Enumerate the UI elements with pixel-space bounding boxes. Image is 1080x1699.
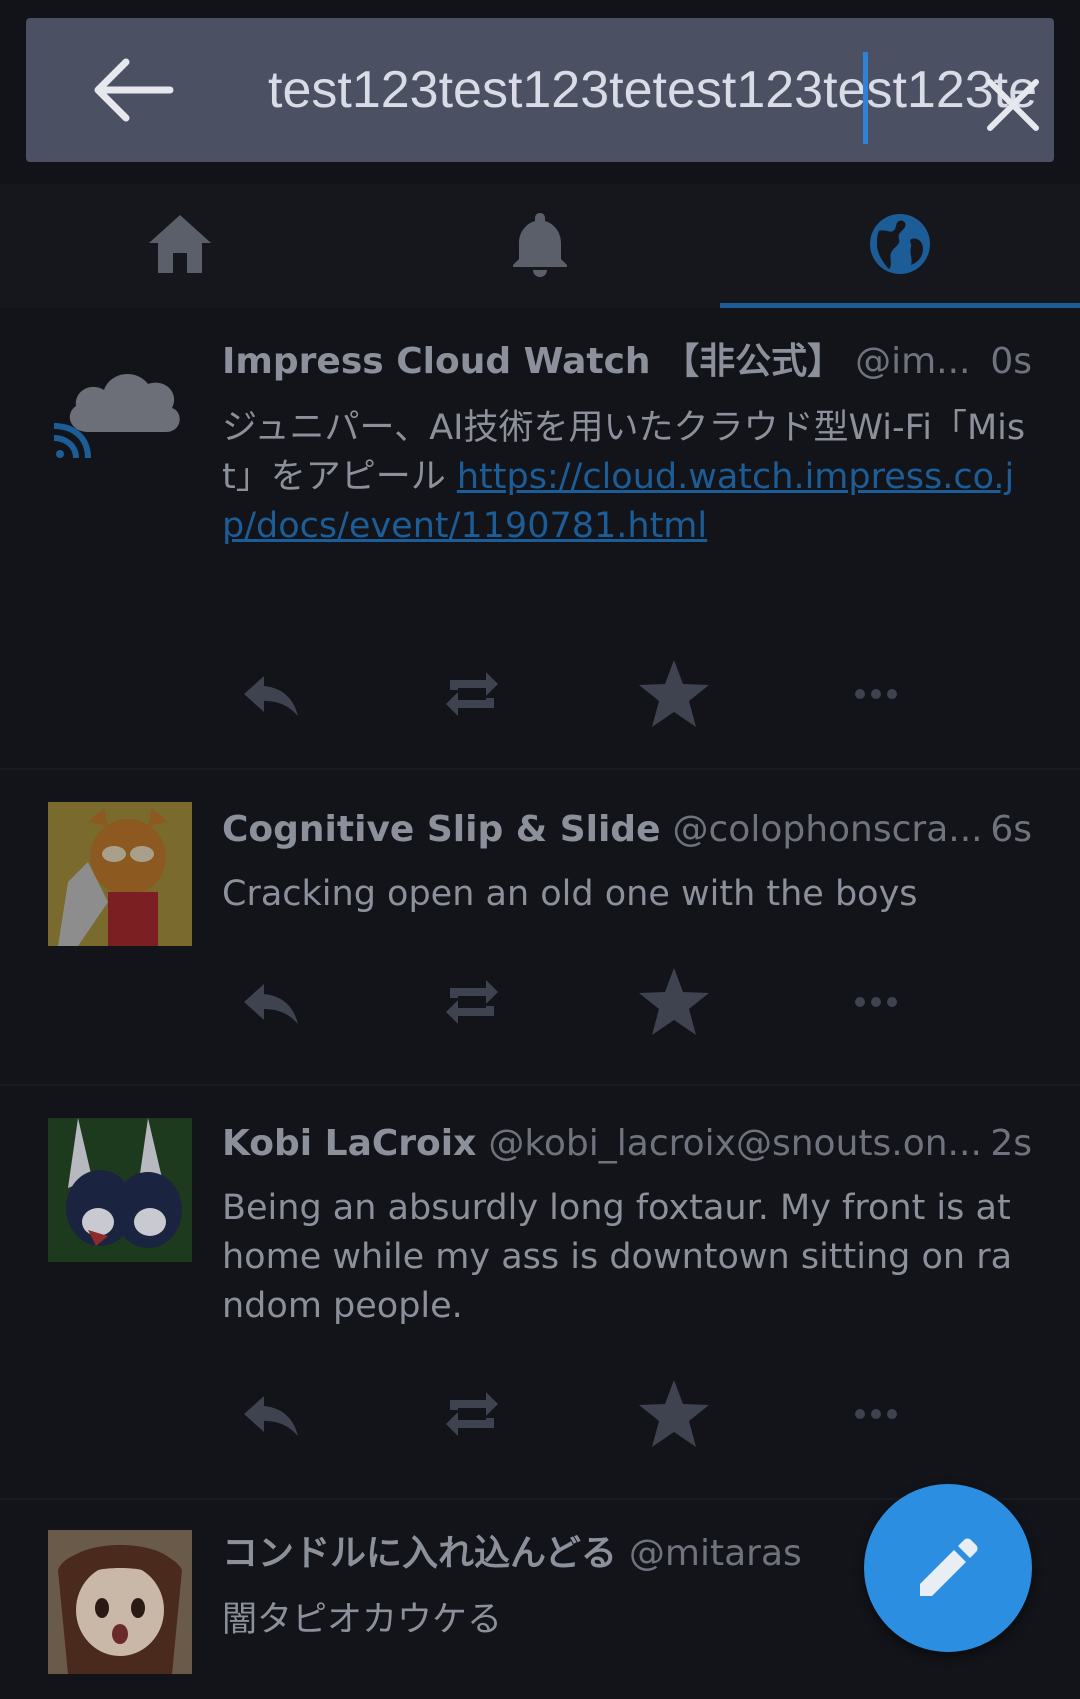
- account-handle[interactable]: @mitaras: [629, 1533, 802, 1574]
- more-icon: [855, 689, 897, 699]
- status-actions: [222, 962, 942, 1042]
- bell-icon: [513, 213, 567, 277]
- boost-icon: [446, 980, 498, 1024]
- tab-federated[interactable]: [720, 184, 1080, 308]
- compose-button[interactable]: [864, 1484, 1032, 1652]
- search-input[interactable]: test123test123tetest123test123te: [268, 18, 1054, 162]
- status-actions: [222, 1374, 942, 1454]
- display-name[interactable]: Cognitive Slip & Slide: [222, 809, 661, 850]
- reply-button[interactable]: [232, 962, 312, 1042]
- tab-home[interactable]: [0, 184, 360, 308]
- back-button[interactable]: [86, 54, 176, 126]
- boost-button[interactable]: [432, 1374, 512, 1454]
- more-button[interactable]: [836, 1374, 916, 1454]
- favourite-button[interactable]: [634, 1374, 714, 1454]
- avatar[interactable]: [48, 1118, 192, 1262]
- arrow-left-icon: [94, 58, 174, 122]
- status-text: 闇タピオカウケる: [222, 1600, 503, 1640]
- boost-button[interactable]: [432, 962, 512, 1042]
- search-bar: test123test123tetest123test123te: [26, 18, 1054, 162]
- reply-icon: [244, 676, 298, 716]
- status-item[interactable]: Kobi LaCroix @kobi_lacroix@snouts.on... 2…: [0, 1086, 1080, 1500]
- status-header: Impress Cloud Watch 【非公式】 @im... 0s: [222, 336, 1032, 388]
- tab-bar: [0, 184, 1080, 308]
- home-icon: [149, 215, 211, 273]
- status-content: Cracking open an old one with the boys: [222, 870, 1032, 919]
- favourite-button[interactable]: [634, 654, 714, 734]
- status-item[interactable]: Cognitive Slip & Slide @colophonscra... 6…: [0, 770, 1080, 1086]
- status-content: Being an absurdly long foxtaur. My front…: [222, 1184, 1032, 1331]
- reply-button[interactable]: [232, 1374, 312, 1454]
- close-icon: [987, 79, 1039, 131]
- cloud-logo-icon: [48, 334, 192, 478]
- tab-notifications[interactable]: [360, 184, 720, 308]
- star-icon: [639, 660, 709, 727]
- account-handle[interactable]: @colophonscra...: [673, 809, 983, 850]
- status-actions: [222, 654, 942, 734]
- boost-icon: [446, 672, 498, 716]
- display-name[interactable]: Kobi LaCroix: [222, 1123, 476, 1164]
- more-button[interactable]: [836, 654, 916, 734]
- more-button[interactable]: [836, 962, 916, 1042]
- boost-icon: [446, 1392, 498, 1436]
- status-content: ジュニパー、AI技術を用いたクラウド型Wi-Fi「Mist」をアピール http…: [222, 404, 1032, 551]
- app-root: test123test123tetest123test123te Impress…: [0, 0, 1080, 1699]
- avatar-image: [48, 1118, 192, 1262]
- status-text: Cracking open an old one with the boys: [222, 874, 918, 914]
- avatar-image: [48, 802, 192, 946]
- avatar-image: [48, 1530, 192, 1674]
- avatar[interactable]: [48, 802, 192, 946]
- reply-icon: [244, 1396, 298, 1436]
- status-time: 0s: [982, 336, 1032, 388]
- account-handle[interactable]: @im...: [855, 341, 970, 382]
- more-icon: [855, 1409, 897, 1419]
- display-name[interactable]: Impress Cloud Watch 【非公式】: [222, 341, 843, 382]
- account-handle[interactable]: @kobi_lacroix@snouts.on...: [488, 1123, 982, 1164]
- avatar[interactable]: [48, 1530, 192, 1674]
- clear-search-button[interactable]: [978, 70, 1048, 140]
- star-icon: [639, 1380, 709, 1447]
- avatar[interactable]: [48, 334, 192, 478]
- status-header: Cognitive Slip & Slide @colophonscra... 6…: [222, 804, 1032, 856]
- pencil-icon: [920, 1538, 978, 1596]
- display-name[interactable]: コンドルに入れ込んどる: [222, 1533, 617, 1574]
- favourite-button[interactable]: [634, 962, 714, 1042]
- star-icon: [639, 968, 709, 1035]
- more-icon: [855, 997, 897, 1007]
- boost-button[interactable]: [432, 654, 512, 734]
- status-header: Kobi LaCroix @kobi_lacroix@snouts.on... 2…: [222, 1118, 1032, 1170]
- reply-icon: [244, 984, 298, 1024]
- status-text: Being an absurdly long foxtaur. My front…: [222, 1188, 1013, 1326]
- status-time: 2s: [982, 1118, 1032, 1170]
- reply-button[interactable]: [232, 654, 312, 734]
- text-caret: [863, 52, 868, 144]
- status-item[interactable]: Impress Cloud Watch 【非公式】 @im... 0s ジュニパー…: [0, 308, 1080, 770]
- status-time: 6s: [982, 804, 1032, 856]
- globe-icon: [870, 214, 930, 274]
